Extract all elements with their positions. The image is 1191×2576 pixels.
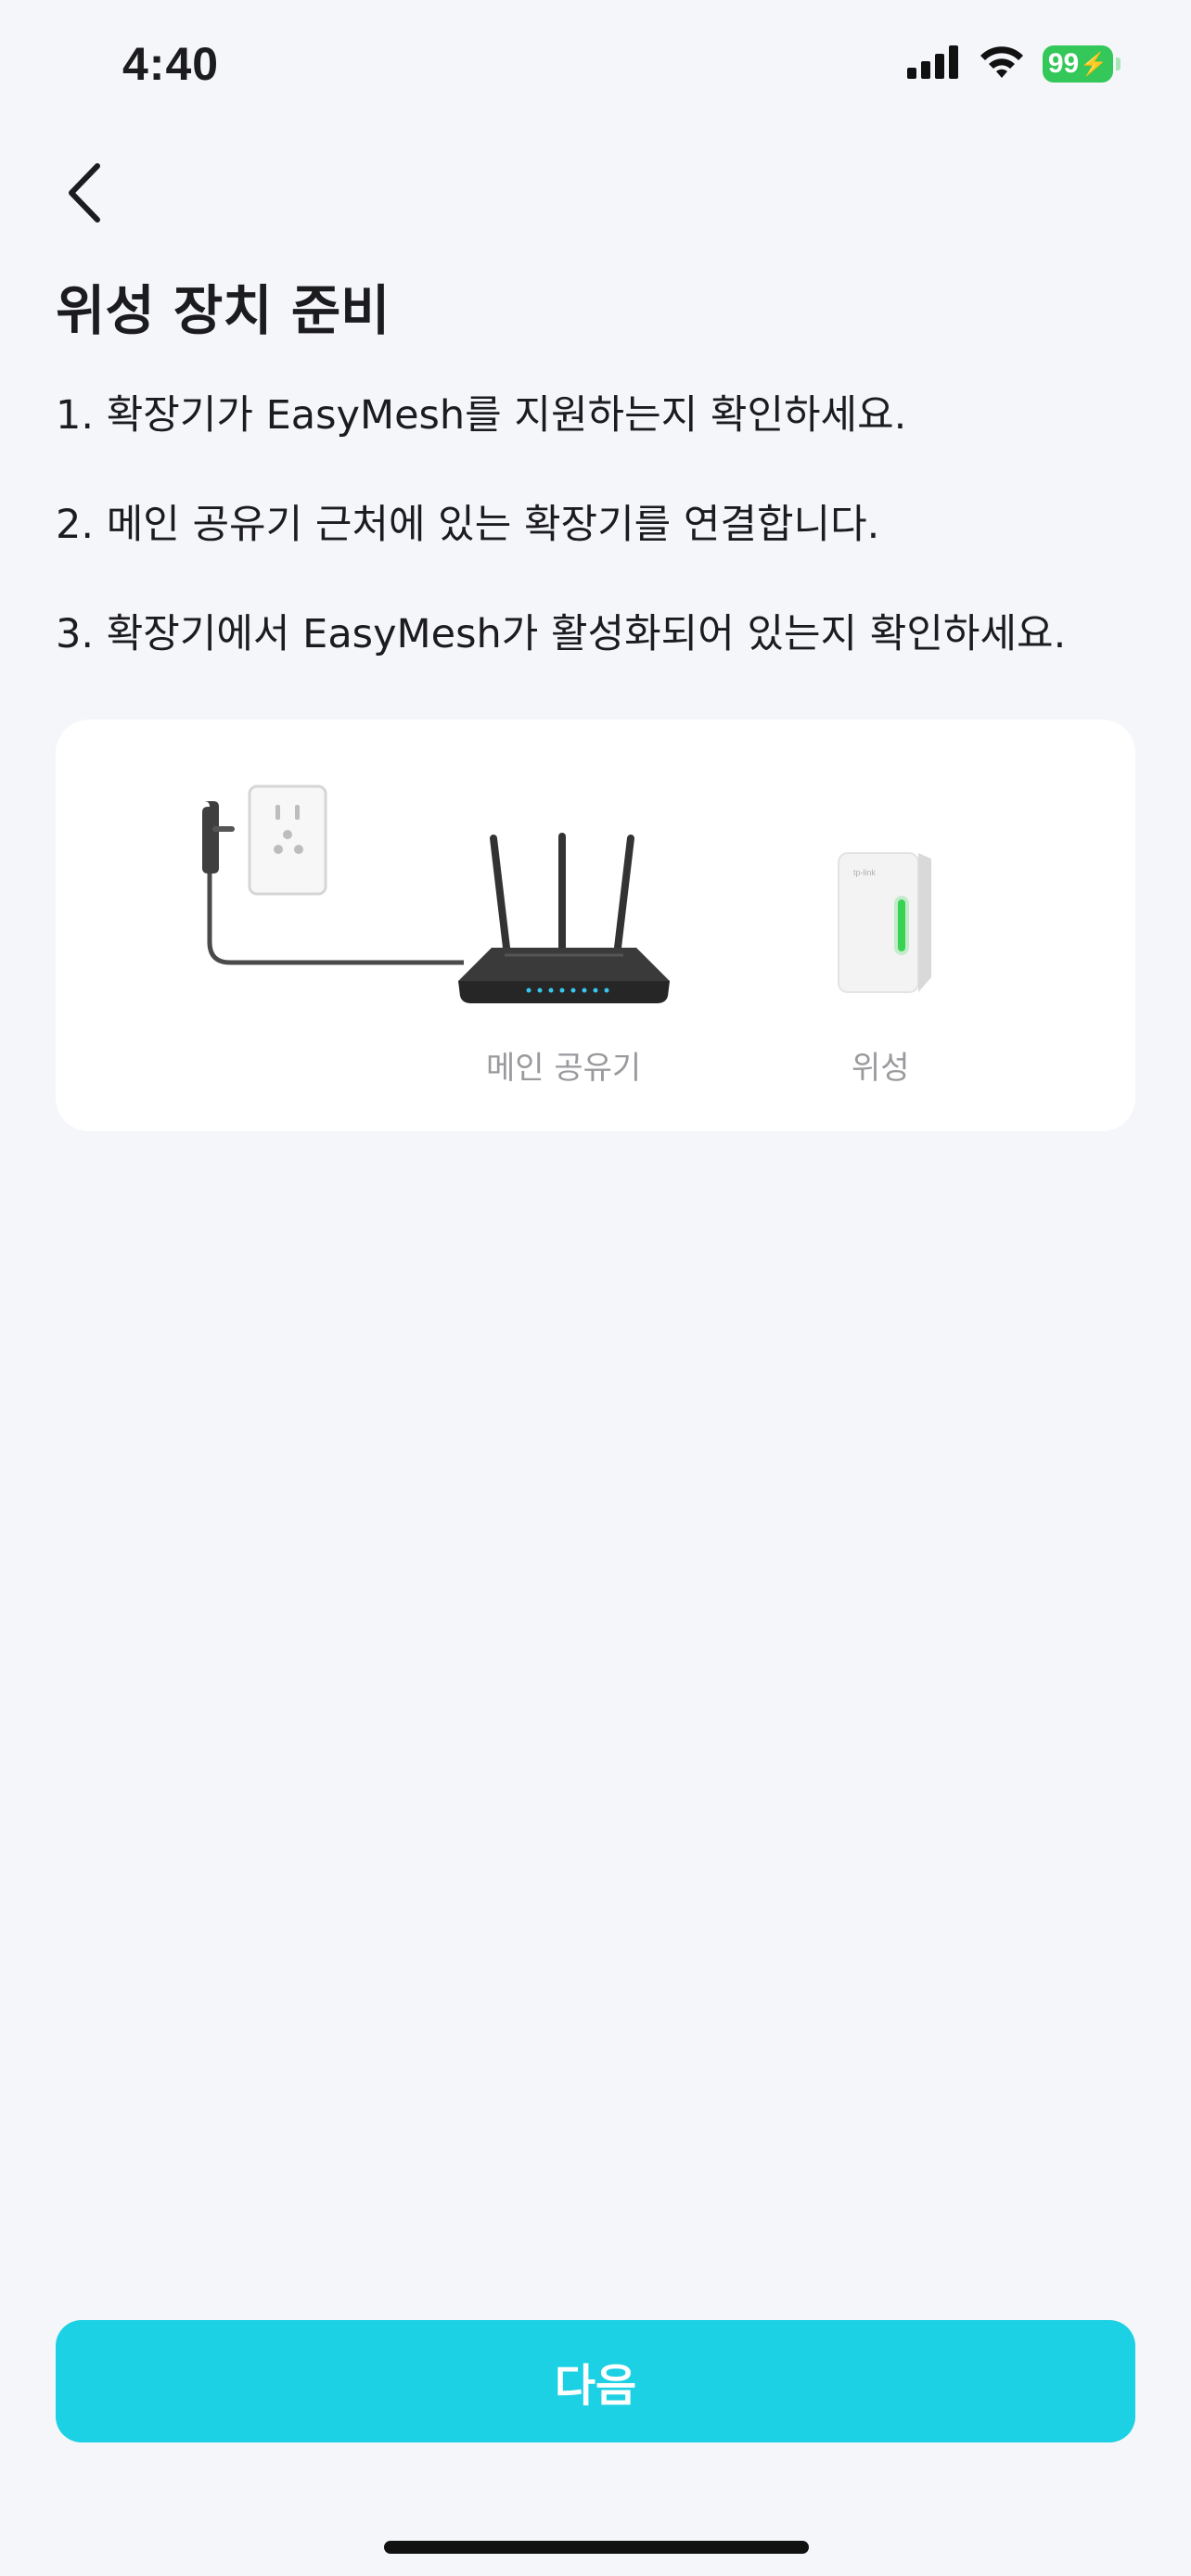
extender-icon: tp-link — [838, 852, 931, 993]
instruction-step-3: 3. 확장기에서 EasyMesh가 활성화되어 있는지 확인하세요. — [56, 611, 1067, 657]
setup-illustration-card: tp-link 메인 공유기 위성 — [56, 720, 1135, 1131]
battery-level: 99 — [1047, 48, 1080, 79]
page-title: 위성 장치 준비 — [56, 279, 391, 342]
wall-outlet-icon — [248, 784, 327, 896]
cellular-signal-icon — [907, 45, 961, 83]
chevron-left-icon — [69, 163, 100, 223]
setup-screen: 4:40 99 ⚡ 위성 장치 준비 1. 확장기가 EasyMesh를 지원하… — [0, 0, 1191, 2576]
satellite-label: 위성 — [852, 1050, 910, 1087]
instruction-step-1: 1. 확장기가 EasyMesh를 지원하는지 확인하세요. — [56, 392, 907, 439]
router-icon — [458, 833, 670, 1003]
next-button[interactable]: 다음 — [56, 2320, 1135, 2442]
svg-text:tp-link: tp-link — [853, 868, 877, 877]
instruction-step-2: 2. 메인 공유기 근처에 있는 확장기를 연결합니다. — [56, 502, 880, 548]
battery-charging-icon: 99 ⚡ — [1043, 45, 1121, 83]
instruction-list: 1. 확장기가 EasyMesh를 지원하는지 확인하세요. 2. 메인 공유기… — [56, 388, 1150, 716]
status-icons: 99 ⚡ — [907, 45, 1121, 83]
power-adapter-icon — [202, 801, 464, 965]
status-time: 4:40 — [122, 38, 220, 90]
wifi-icon — [978, 45, 1026, 83]
back-button[interactable] — [52, 156, 117, 230]
main-router-label: 메인 공유기 — [486, 1050, 642, 1087]
home-indicator[interactable] — [384, 2541, 809, 2554]
